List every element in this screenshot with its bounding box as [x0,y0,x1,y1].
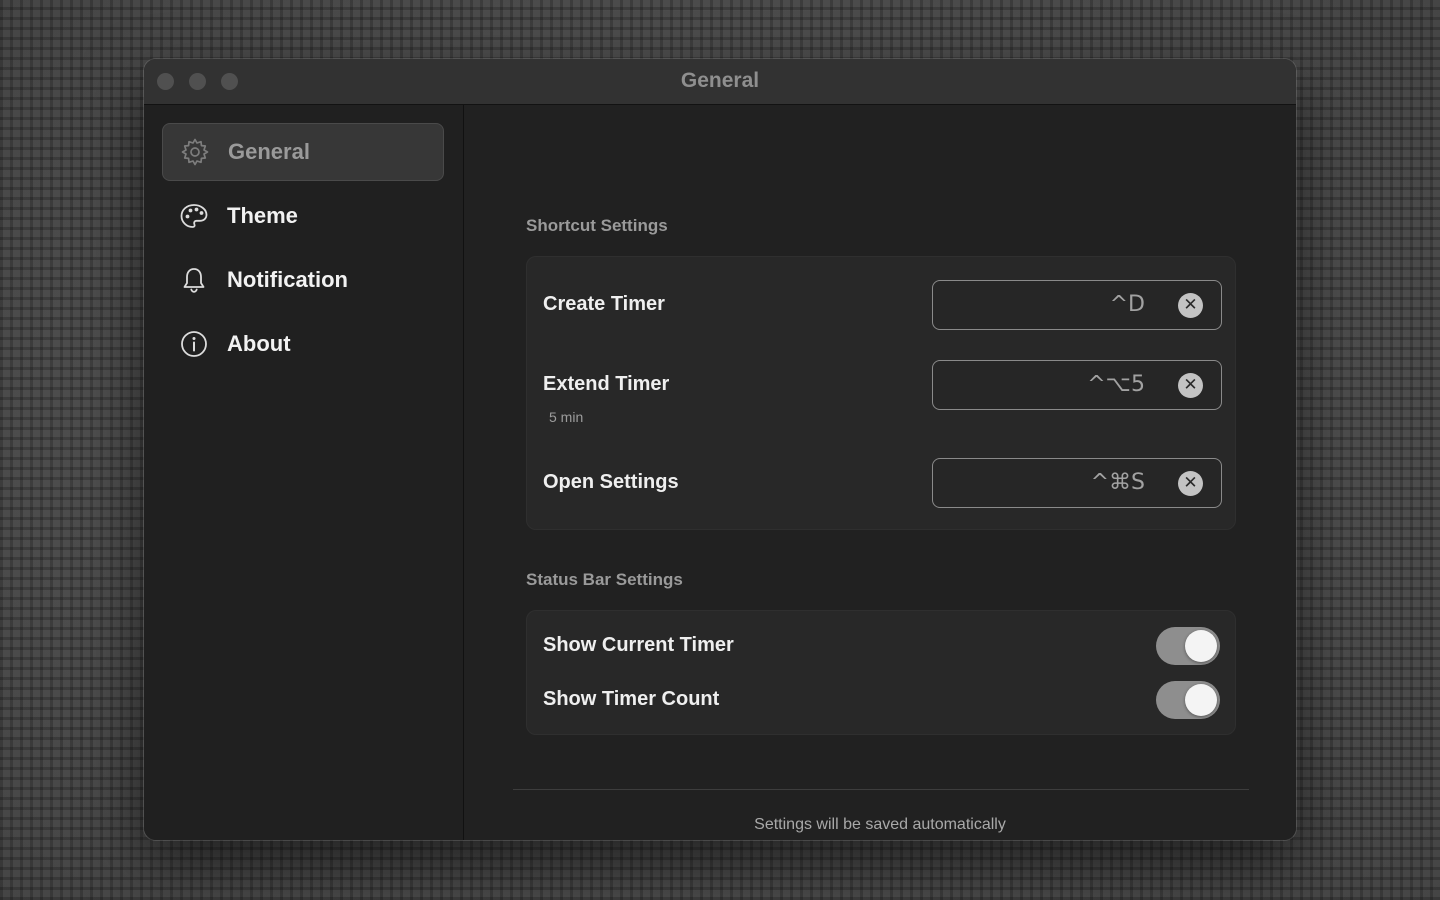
clear-shortcut-button[interactable]: ✕ [1178,293,1203,318]
settings-window: General General Theme Notification About… [144,59,1296,840]
sidebar-item-label: General [228,139,310,164]
clear-shortcut-button[interactable]: ✕ [1178,373,1203,398]
create-timer-shortcut-field[interactable]: ^D ✕ [932,280,1222,330]
sidebar-item-about[interactable]: About [162,315,444,373]
open-settings-label: Open Settings [543,471,679,493]
sidebar-item-label: About [227,331,291,356]
show-current-timer-label: Show Current Timer [543,634,734,656]
show-timer-count-label: Show Timer Count [543,688,720,710]
sidebar-item-label: Notification [227,267,348,292]
shortcut-settings-title: Shortcut Settings [526,216,668,235]
window-title: General [680,69,760,92]
show-current-timer-toggle[interactable] [1156,627,1220,665]
footer-divider [513,789,1249,790]
bell-icon [178,264,210,296]
sidebar-item-notification[interactable]: Notification [162,251,444,309]
sidebar-item-general[interactable]: General [162,123,444,181]
shortcut-settings-card: Create Timer ^D ✕ Extend Timer 5 min ^⌥5… [526,256,1236,530]
gear-icon [179,136,211,168]
extend-timer-duration: 5 min [549,409,584,425]
toggle-knob [1185,630,1217,662]
open-settings-shortcut-field[interactable]: ^⌘S ✕ [932,458,1222,508]
toggle-knob [1185,684,1217,716]
extend-timer-shortcut-field[interactable]: ^⌥5 ✕ [932,360,1222,410]
status-bar-settings-title: Status Bar Settings [526,570,683,589]
shortcut-keys: ^⌘S [1090,470,1145,495]
palette-icon [178,200,210,232]
sidebar-item-label: Theme [227,203,298,228]
sidebar-item-theme[interactable]: Theme [162,187,444,245]
sidebar: General Theme Notification About [144,105,464,840]
info-icon [178,328,210,360]
status-bar-settings-card: Show Current Timer Show Timer Count [526,610,1236,735]
title-bar[interactable]: General [144,59,1296,105]
clear-shortcut-button[interactable]: ✕ [1178,471,1203,496]
settings-content: Shortcut Settings Create Timer ^D ✕ Exte… [464,105,1296,840]
shortcut-keys: ^⌥5 [1087,372,1145,397]
extend-timer-label: Extend Timer [543,373,670,395]
autosave-note: Settings will be saved automatically [754,816,1006,833]
create-timer-label: Create Timer [543,293,665,315]
shortcut-keys: ^D [1109,292,1145,317]
show-timer-count-toggle[interactable] [1156,681,1220,719]
